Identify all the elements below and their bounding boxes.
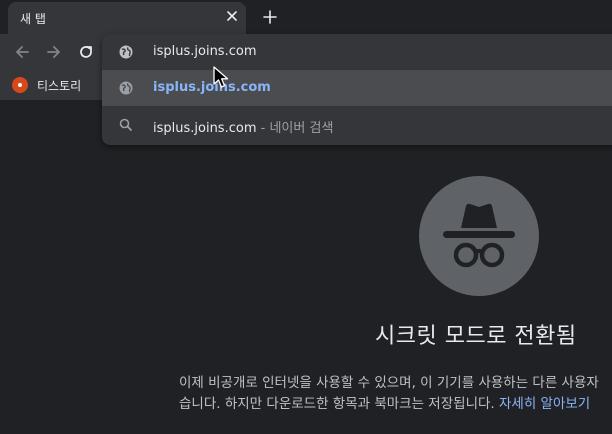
arrow-right-icon[interactable] [44,42,64,62]
incognito-description-line1: 이제 비공개로 인터넷을 사용할 수 있으며, 이 기기를 사용하는 다른 사용… [179,375,599,391]
incognito-glyph [443,203,515,268]
incognito-heading: 시크릿 모드로 전환됨 [375,324,577,349]
arrow-left-icon[interactable] [12,42,32,62]
suggestion-search-query: isplus.joins.com [153,121,257,136]
omnibox-dropdown: isplus.joins.com isplus.joins.com isplus… [102,34,612,145]
learn-more-link[interactable]: 자세히 알아보기 [499,396,590,412]
tab-new[interactable]: 새 탭 [8,2,246,34]
tab-strip: 새 탭 [0,0,612,34]
plus-icon[interactable] [260,7,280,27]
suggestion-url[interactable]: isplus.joins.com [102,70,612,106]
suggestion-search[interactable]: isplus.joins.com - 네이버 검색 [102,107,612,143]
close-icon[interactable] [224,8,240,24]
suggestion-description: 네이버 검색 [269,121,334,136]
omnibox-input-value: isplus.joins.com [153,44,257,59]
globe-icon [119,45,133,59]
bookmark-item[interactable]: 티스토리 [12,75,81,95]
incognito-description-line2-text: 습니다. 하지만 다운로드한 항목과 북마크는 저장됩니다. [179,396,499,412]
incognito-icon [419,176,539,296]
tab-title: 새 탭 [20,12,46,26]
incognito-description: 이제 비공개로 인터넷을 사용할 수 있으며, 이 기기를 사용하는 다른 사용… [179,373,612,415]
suggestion-separator: - [260,121,266,136]
search-icon [119,118,132,131]
bookmark-label: 티스토리 [37,78,82,93]
omnibox-input[interactable]: isplus.joins.com [102,34,612,70]
reload-icon[interactable] [76,42,96,62]
mouse-cursor-icon [213,66,229,88]
globe-icon [119,81,133,95]
tistory-icon [12,77,28,93]
incognito-description-line2: 습니다. 하지만 다운로드한 항목과 북마크는 저장됩니다. 자세히 알아보기 [179,394,612,415]
suggestion-search-text: isplus.joins.com - 네이버 검색 [153,117,333,136]
